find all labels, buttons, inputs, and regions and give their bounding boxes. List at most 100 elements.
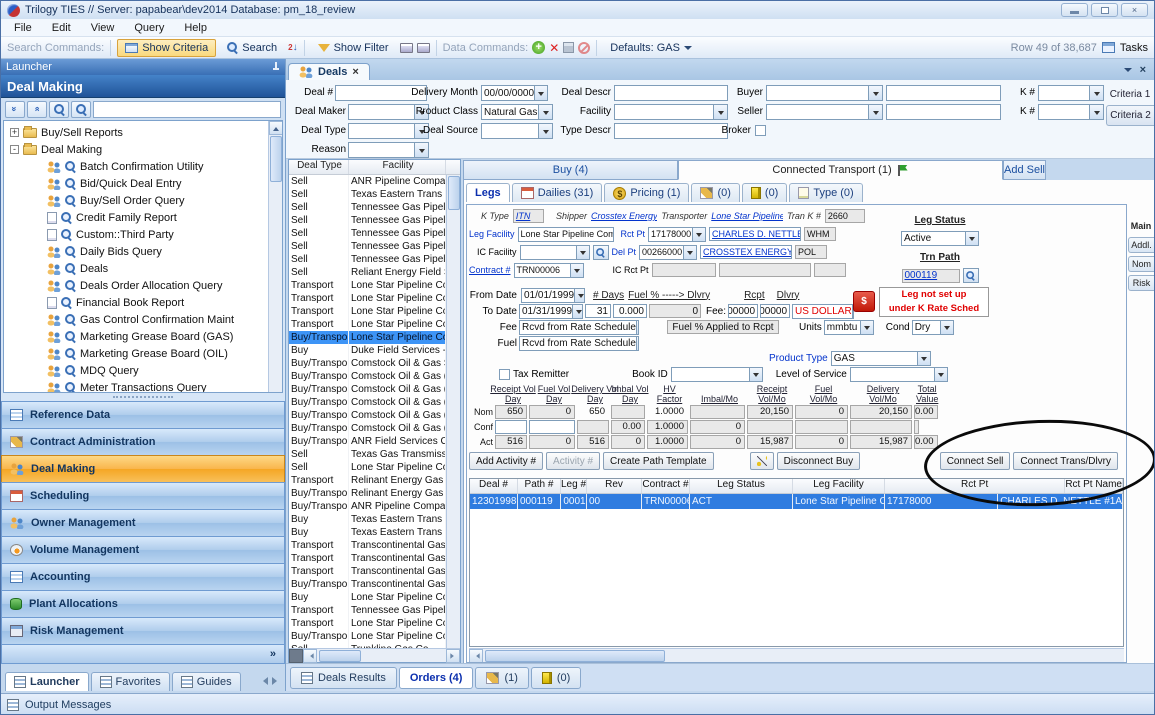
volume-cell[interactable]: 0 [529, 435, 575, 449]
grid-horizontal-scrollbar[interactable] [289, 648, 460, 662]
volume-cell[interactable]: 650 [495, 405, 527, 419]
defaults-dropdown[interactable]: Defaults: GAS [603, 40, 699, 56]
tab-scroll-left-icon[interactable] [259, 677, 268, 685]
close-document-icon[interactable]: × [1140, 64, 1146, 76]
deal-side-tab[interactable]: Connected Transport (1) [678, 160, 1003, 180]
scrollbar-thumb[interactable] [319, 650, 361, 662]
scroll-up-icon[interactable] [269, 121, 283, 135]
launcher-tree-item[interactable]: Meter Transactions Query [4, 379, 268, 392]
launcher-tree-item[interactable]: Deals Order Allocation Query [4, 277, 268, 294]
del-pt-name-link[interactable]: CROSSTEX ENERGY POOL ... [700, 245, 792, 259]
minimize-button[interactable] [1061, 3, 1088, 17]
rate-dollar-button[interactable]: $ [853, 291, 875, 312]
path-column-header[interactable]: Deal # [470, 479, 518, 493]
deal-row[interactable]: Buy/Transpor Comstock Oil & Gas ( [289, 422, 446, 435]
deal-row[interactable]: Transport Transcontinental Gas [289, 539, 446, 552]
scrollbar-thumb[interactable] [448, 176, 460, 210]
path-tool-button[interactable] [750, 452, 774, 470]
deal-row[interactable]: Buy/Transpor Comstock Oil & Gas S [289, 357, 446, 370]
leg-status-combo[interactable]: Active [901, 231, 979, 246]
path-column-header[interactable]: Rct Pt [885, 479, 1065, 493]
launcher-tree-item[interactable]: Deals [4, 260, 268, 277]
show-filter-button[interactable]: Show Filter [311, 40, 396, 56]
deal-row[interactable]: Buy/Transpor Relinant Energy Gas [289, 487, 446, 500]
path-column-header[interactable]: Path # [518, 479, 561, 493]
scroll-right-icon[interactable] [446, 649, 460, 663]
delivery-month-combo[interactable]: 00/00/0000 [481, 85, 548, 101]
volume-cell[interactable]: 15,987 [850, 435, 912, 449]
module-nav-button[interactable]: Accounting [1, 563, 285, 590]
trn-path-lookup-button[interactable] [963, 268, 979, 283]
leg-sub-tab[interactable]: Type (0) [789, 183, 862, 202]
leg-sub-tab[interactable]: (0) [742, 183, 787, 202]
volume-cell[interactable] [850, 420, 912, 434]
module-nav-button[interactable]: Plant Allocations [1, 590, 285, 617]
contract-link-label[interactable]: Contract # [469, 265, 511, 275]
tree-expander[interactable]: - [10, 145, 19, 154]
path-column-header[interactable]: Leg # [561, 479, 587, 493]
deal-row[interactable]: Buy/Transpor Lone Star Pipeline Co [289, 630, 446, 643]
launcher-tree-item[interactable]: Marketing Grease Board (OIL) [4, 345, 268, 362]
tree-filter-input[interactable] [93, 101, 281, 118]
menu-item[interactable]: Help [175, 21, 216, 35]
deal-row[interactable]: Sell Texas Gas Transmiss [289, 448, 446, 461]
launcher-tree-item[interactable]: Daily Bids Query [4, 243, 268, 260]
connect-trans-dlvry-button[interactable]: Connect Trans/Dlvry [1013, 452, 1118, 470]
launcher-tree-item[interactable]: Marketing Grease Board (GAS) [4, 328, 268, 345]
volume-cell[interactable]: 0.00 [914, 435, 938, 449]
panel-tab[interactable]: Guides [172, 672, 241, 691]
tab-scroll-right-icon[interactable] [272, 677, 281, 685]
buyer-input[interactable] [886, 85, 1001, 101]
ic-facility-combo[interactable] [520, 245, 590, 260]
volume-cell[interactable]: 0 [690, 420, 745, 434]
deal-descr-input[interactable] [614, 85, 728, 101]
volume-cell[interactable] [495, 420, 527, 434]
volume-cell[interactable]: 0.00 [914, 405, 938, 419]
deal-row[interactable]: Transport Relinant Energy Gas [289, 474, 446, 487]
volume-cell[interactable]: 0 [795, 435, 848, 449]
volume-cell[interactable]: 0.00 [611, 420, 645, 434]
close-button[interactable]: × [1121, 3, 1148, 17]
module-nav-button[interactable]: Contract Administration [1, 428, 285, 455]
deal-row[interactable]: Sell Lone Star Pipeline Co [289, 461, 446, 474]
disconnect-buy-button[interactable]: Disconnect Buy [777, 452, 860, 470]
legs-side-tab[interactable]: Nom [1128, 256, 1154, 272]
deal-row[interactable]: Sell Reliant Energy Field S [289, 266, 446, 279]
deal-row[interactable]: Transport Lone Star Pipeline Co [289, 617, 446, 630]
volume-cell[interactable]: 516 [495, 435, 527, 449]
reason-combo[interactable] [348, 142, 429, 158]
module-nav-button[interactable]: Deal Making [1, 455, 285, 482]
rct-pt-name-link[interactable]: CHARLES D. NETTLE #1A [709, 227, 801, 241]
volume-cell[interactable]: 516 [577, 435, 609, 449]
launcher-tree-item[interactable]: Bid/Quick Deal Entry [4, 175, 268, 192]
buyer-combo[interactable] [766, 85, 883, 101]
rct-pt-combo[interactable]: 17178000 [648, 227, 706, 242]
facility-column-header[interactable]: Facility [349, 160, 446, 174]
path-row[interactable]: 12301998-0046-00000119000100TRN00006ACTL… [470, 494, 1123, 509]
deal-row[interactable]: Transport Transcontinental Gas [289, 552, 446, 565]
menu-item[interactable]: Edit [43, 21, 80, 35]
deal-row[interactable]: Buy/Transpor ANR Field Services C [289, 435, 446, 448]
criteria1-tab[interactable]: Criteria 1 [1106, 84, 1154, 105]
scrollbar-thumb[interactable] [485, 650, 665, 662]
result-tab[interactable]: (1) [475, 667, 528, 689]
result-tab[interactable]: Orders (4) [399, 667, 474, 689]
volume-cell[interactable] [577, 420, 609, 434]
volume-cell[interactable]: 20,150 [747, 405, 793, 419]
launcher-tree-item[interactable]: - Deal Making [4, 141, 268, 158]
deal-row[interactable]: Transport Lone Star Pipeline Co [289, 318, 446, 331]
volume-cell[interactable] [795, 420, 848, 434]
tree-search-button[interactable] [49, 101, 69, 118]
fee-dlvry-value[interactable]: .000000 [760, 304, 790, 318]
volume-cell[interactable] [914, 420, 919, 434]
deal-row[interactable]: Sell Tennessee Gas Pipel [289, 253, 446, 266]
search-button[interactable]: Search [220, 40, 284, 56]
restore-button[interactable] [1091, 3, 1118, 17]
legs-side-tab[interactable]: Risk [1128, 275, 1154, 291]
deal-row[interactable]: Transport Lone Star Pipeline Co [289, 305, 446, 318]
deal-row[interactable]: Buy Duke Field Services - [289, 344, 446, 357]
connect-sell-button[interactable]: Connect Sell [940, 452, 1011, 470]
result-tab[interactable]: Deals Results [290, 667, 397, 689]
leg-sub-tab[interactable]: Legs [466, 183, 510, 202]
book-id-combo[interactable] [671, 367, 763, 382]
